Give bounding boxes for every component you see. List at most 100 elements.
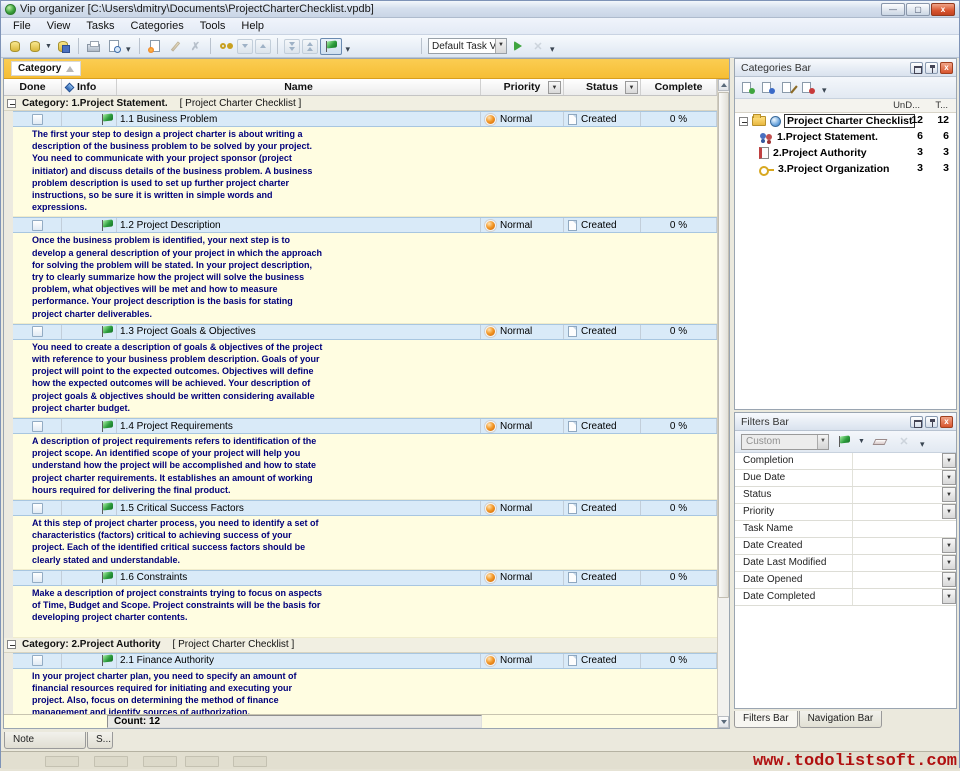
filter-dropdown-icon[interactable]: ▼	[942, 572, 956, 587]
tab-note[interactable]: Note	[4, 732, 86, 749]
group-row[interactable]: Category: 2.Project Authority [ Project …	[4, 638, 717, 653]
task-row[interactable]: 1.6 Constraints Normal Created 0 %	[13, 570, 717, 586]
combo-dropdown-icon[interactable]: ▼	[495, 39, 506, 53]
tree-item-root[interactable]: Project Charter Checklist 12 12	[735, 113, 956, 129]
panel-pin-icon[interactable]	[925, 416, 938, 428]
move-top-icon[interactable]	[302, 39, 318, 54]
menu-file[interactable]: File	[5, 19, 39, 33]
undone-column[interactable]: UnD...	[893, 100, 920, 111]
column-status[interactable]: Status▼	[564, 79, 641, 95]
print-icon[interactable]	[85, 37, 103, 55]
task-name[interactable]: 1.4 Project Requirements	[117, 419, 481, 433]
delete-category-icon[interactable]	[801, 81, 815, 94]
vertical-scrollbar[interactable]	[717, 79, 729, 728]
filter-value-field[interactable]	[853, 470, 942, 486]
move-bottom-icon[interactable]	[284, 39, 300, 54]
apply-view-icon[interactable]	[509, 37, 527, 55]
filter-dropdown-icon[interactable]: ▼	[942, 504, 956, 519]
filter-value-field[interactable]	[853, 589, 942, 605]
task-checkbox[interactable]	[32, 114, 43, 125]
task-row[interactable]: 1.2 Project Description Normal Created 0…	[13, 217, 717, 233]
filter-dropdown-icon[interactable]: ▼	[942, 555, 956, 570]
group-row[interactable]: Category: 1.Project Statement. [ Project…	[4, 96, 717, 111]
filters-overflow-icon[interactable]: ▾	[920, 439, 925, 450]
filter-preset-combo[interactable]: Custom ▼	[741, 434, 829, 450]
move-down-icon[interactable]	[237, 39, 253, 54]
toolbar-overflow-icon[interactable]: ▾	[126, 44, 131, 55]
tab-subtasks[interactable]: S...	[87, 732, 113, 749]
column-complete[interactable]: Complete	[641, 79, 717, 95]
menu-view[interactable]: View	[39, 19, 79, 33]
filter-value-field[interactable]	[853, 572, 942, 588]
task-name[interactable]: 1.5 Critical Success Factors	[117, 501, 481, 515]
filter-dropdown-icon[interactable]: ▼	[942, 470, 956, 485]
task-view-combo[interactable]: Default Task V ▼	[428, 38, 507, 54]
scroll-up-icon[interactable]	[718, 79, 729, 91]
add-category-icon[interactable]	[761, 81, 775, 94]
total-column[interactable]: T...	[935, 100, 948, 111]
new-task-icon[interactable]	[146, 37, 164, 55]
scrollbar-thumb[interactable]	[718, 92, 729, 598]
tab-filters-bar[interactable]: Filters Bar	[734, 711, 798, 728]
filter-dropdown-icon[interactable]: ▼	[942, 453, 956, 468]
task-row[interactable]: 1.1 Business Problem Normal Created 0 %	[13, 111, 717, 127]
task-checkbox[interactable]	[32, 572, 43, 583]
menu-tasks[interactable]: Tasks	[78, 19, 122, 33]
remove-filter-icon[interactable]: ✕	[895, 433, 913, 451]
edit-task-icon[interactable]	[166, 37, 184, 55]
maximize-button[interactable]: ▢	[906, 3, 930, 16]
move-up-icon[interactable]	[255, 39, 271, 54]
filter-value-field[interactable]	[853, 487, 942, 503]
delete-task-icon[interactable]: ✗	[186, 37, 204, 55]
filter-dropdown-icon[interactable]: ▼	[942, 538, 956, 553]
view-overflow-icon[interactable]: ▾	[345, 44, 350, 55]
menu-categories[interactable]: Categories	[123, 19, 192, 33]
panel-close-icon[interactable]: x	[940, 416, 953, 428]
status-filter-dropdown-icon[interactable]: ▼	[625, 81, 638, 94]
task-row[interactable]: 1.5 Critical Success Factors Normal Crea…	[13, 500, 717, 516]
collapse-icon[interactable]	[7, 640, 16, 649]
minimize-button[interactable]: —	[881, 3, 905, 16]
menu-help[interactable]: Help	[233, 19, 272, 33]
filter-dropdown-icon[interactable]: ▼	[942, 487, 956, 502]
categories-overflow-icon[interactable]: ▾	[822, 85, 827, 96]
collapse-icon[interactable]	[7, 99, 16, 108]
filter-dropdown-icon[interactable]: ▼	[942, 589, 956, 604]
apply-filter-dropdown-icon[interactable]: ▼	[858, 438, 865, 445]
clear-filter-icon[interactable]	[871, 433, 889, 451]
save-database-icon[interactable]	[54, 37, 72, 55]
filter-value-field[interactable]	[853, 521, 956, 537]
new-checklist-icon[interactable]	[741, 81, 755, 94]
task-name[interactable]: 1.6 Constraints	[117, 571, 481, 585]
task-row[interactable]: 2.1 Finance Authority Normal Created 0 %	[13, 653, 717, 669]
panel-pin-icon[interactable]	[925, 62, 938, 74]
clear-view-icon[interactable]: ✕	[529, 37, 547, 55]
panel-close-icon[interactable]: x	[940, 62, 953, 74]
column-info[interactable]: Info	[62, 79, 117, 95]
panel-restore-icon[interactable]	[910, 62, 923, 74]
highlight-icon[interactable]	[217, 37, 235, 55]
column-name[interactable]: Name	[117, 79, 481, 95]
apply-filter-icon[interactable]	[835, 433, 853, 451]
filter-value-field[interactable]	[853, 538, 942, 554]
title-bar[interactable]: Vip organizer [C:\Users\dmitry\Documents…	[1, 1, 959, 18]
column-priority[interactable]: Priority▼	[481, 79, 564, 95]
filter-value-field[interactable]	[853, 504, 942, 520]
edit-category-icon[interactable]	[781, 81, 795, 94]
menu-tools[interactable]: Tools	[192, 19, 234, 33]
task-row[interactable]: 1.3 Project Goals & Objectives Normal Cr…	[13, 324, 717, 340]
task-checkbox[interactable]	[32, 655, 43, 666]
filter-value-field[interactable]	[853, 555, 942, 571]
task-checkbox[interactable]	[32, 220, 43, 231]
task-checkbox[interactable]	[32, 421, 43, 432]
new-database-icon[interactable]	[6, 37, 24, 55]
task-name[interactable]: 2.1 Finance Authority	[117, 654, 481, 668]
task-name[interactable]: 1.2 Project Description	[117, 218, 481, 232]
task-checkbox[interactable]	[32, 503, 43, 514]
task-name[interactable]: 1.3 Project Goals & Objectives	[117, 325, 481, 339]
print-preview-icon[interactable]	[105, 37, 123, 55]
task-name[interactable]: 1.1 Business Problem	[117, 112, 481, 126]
tree-item-category[interactable]: 1.Project Statement. 6 6	[735, 129, 956, 145]
tree-item-category[interactable]: 3.Project Organization 3 3	[735, 161, 956, 177]
task-view-flag-icon[interactable]	[320, 38, 342, 55]
